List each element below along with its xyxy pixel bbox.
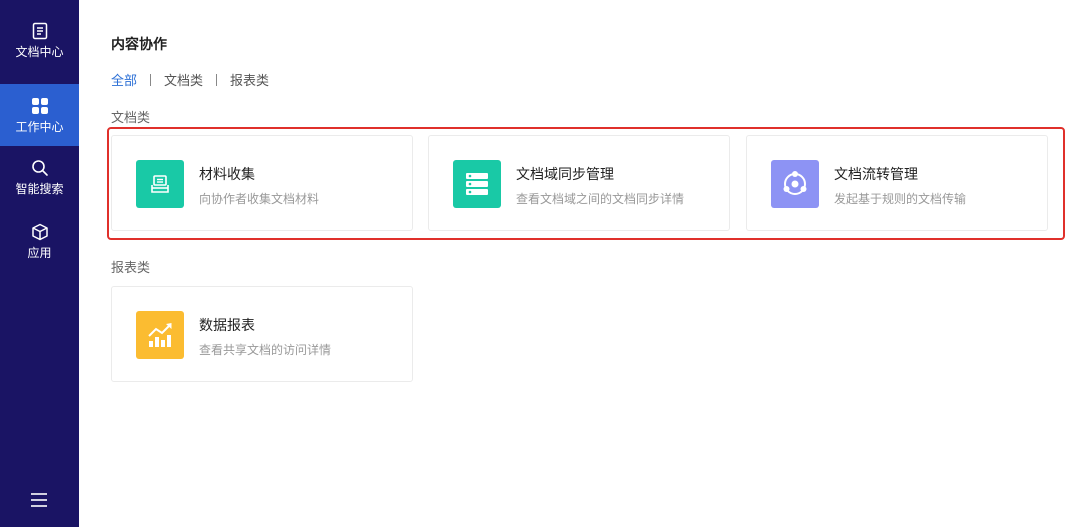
search-icon (31, 159, 48, 176)
flow-circle-icon (771, 160, 819, 208)
filter-all[interactable]: 全部 (111, 70, 137, 89)
section-title-report: 报表类 (111, 261, 151, 276)
cube-icon (31, 223, 48, 240)
card-material-collection[interactable]: 材料收集 向协作者收集文档材料 (111, 135, 413, 231)
sidebar: 文档中心 工作中心 智能搜索 应用 (0, 0, 79, 527)
collect-tray-icon (136, 160, 184, 208)
card-title: 数据报表 (199, 318, 255, 334)
document-icon (32, 22, 47, 39)
sidebar-item-work-center[interactable]: 工作中心 (0, 84, 79, 146)
sidebar-item-apps[interactable]: 应用 (0, 210, 79, 272)
page-title: 内容协作 (111, 37, 167, 53)
section-title-document: 文档类 (111, 111, 151, 126)
filter-tabs: 全部 文档类 报表类 (111, 70, 269, 89)
card-title: 文档域同步管理 (516, 167, 614, 183)
server-sync-icon (453, 160, 501, 208)
sidebar-item-label: 工作中心 (15, 119, 64, 134)
filter-divider (216, 73, 218, 86)
card-data-report[interactable]: 数据报表 查看共享文档的访问详情 (111, 286, 413, 382)
grid-icon (31, 97, 48, 114)
card-domain-sync-management[interactable]: 文档域同步管理 查看文档域之间的文档同步详情 (428, 135, 730, 231)
card-description: 向协作者收集文档材料 (199, 192, 320, 206)
sidebar-item-smart-search[interactable]: 智能搜索 (0, 146, 79, 208)
card-description: 发起基于规则的文档传输 (834, 192, 967, 206)
sidebar-item-label: 文档中心 (15, 44, 64, 59)
filter-document[interactable]: 文档类 (164, 70, 203, 89)
sidebar-item-document-center[interactable]: 文档中心 (0, 9, 79, 71)
sidebar-item-label: 应用 (27, 245, 52, 260)
card-title: 文档流转管理 (834, 167, 918, 183)
filter-report[interactable]: 报表类 (230, 70, 269, 89)
card-description: 查看共享文档的访问详情 (199, 343, 332, 357)
hamburger-menu-icon[interactable] (29, 490, 49, 510)
card-description: 查看文档域之间的文档同步详情 (516, 192, 685, 206)
sidebar-item-label: 智能搜索 (15, 181, 64, 196)
card-title: 材料收集 (199, 167, 255, 183)
main-content: 内容协作 全部 文档类 报表类 文档类 材料收集 向协作者收集文档材料 文档域同… (79, 0, 1080, 527)
card-document-flow-management[interactable]: 文档流转管理 发起基于规则的文档传输 (746, 135, 1048, 231)
chart-trend-icon (136, 311, 184, 359)
filter-divider (150, 73, 152, 86)
